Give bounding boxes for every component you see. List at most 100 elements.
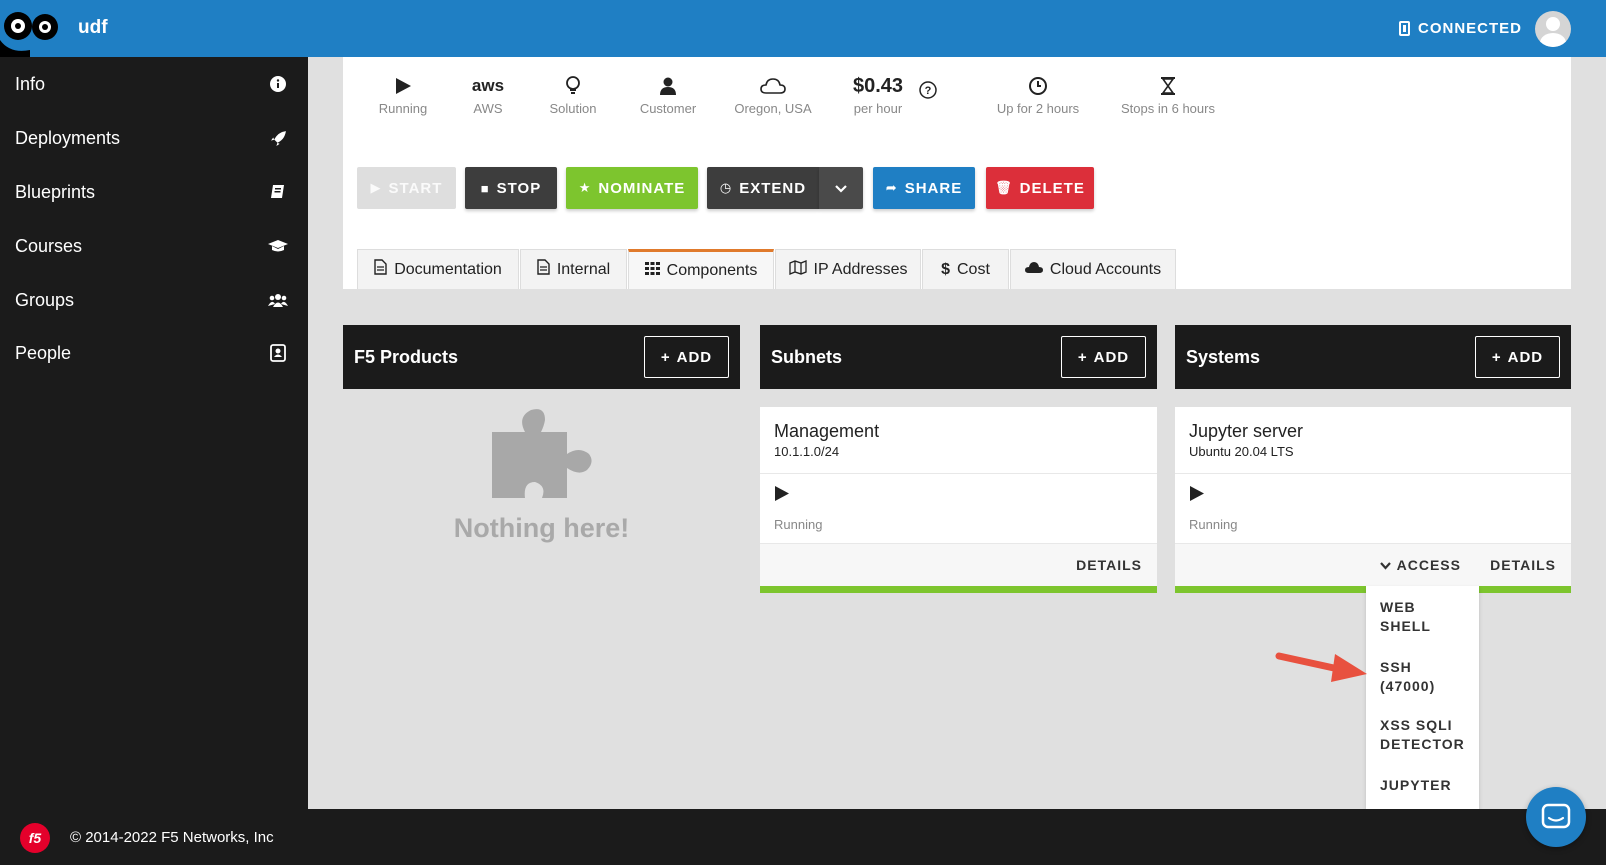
chevron-down-icon (835, 180, 847, 197)
extend-button[interactable]: ◷ EXTEND (707, 167, 819, 209)
system-card: Jupyter server Ubuntu 20.04 LTS Running … (1175, 407, 1571, 593)
star-icon: ★ (578, 180, 592, 195)
clock-icon: ◷ (719, 180, 733, 195)
clock-icon (983, 71, 1093, 101)
stat-owner-label: Customer (639, 101, 697, 116)
udf-logo-icon[interactable] (0, 0, 70, 57)
systems-header: Systems + ADD (1175, 325, 1571, 389)
f5-products-title: F5 Products (354, 346, 459, 367)
system-status: Running (1189, 517, 1238, 532)
tab-cost[interactable]: $ Cost (922, 249, 1009, 289)
access-menu: WEB SHELL SSH (47000) XSS SQLI DETECTOR … (1366, 586, 1479, 809)
system-os: Ubuntu 20.04 LTS (1189, 444, 1294, 459)
subnets-header: Subnets + ADD (760, 325, 1157, 389)
tab-cloud-accounts[interactable]: Cloud Accounts (1010, 249, 1176, 289)
users-icon (268, 290, 288, 310)
divider (760, 473, 1157, 474)
play-icon (363, 71, 443, 101)
stat-stops: Stops in 6 hours (1108, 71, 1228, 116)
stat-type-label: Solution (549, 101, 597, 116)
subnet-details-button[interactable]: DETAILS (1076, 557, 1142, 573)
play-icon (1189, 485, 1205, 507)
user-icon (623, 71, 713, 101)
help-icon[interactable]: ? (919, 81, 937, 102)
access-menu-item-xss-sqli-detector[interactable]: XSS SQLI DETECTOR (1380, 716, 1465, 754)
rocket-icon (268, 128, 288, 148)
stat-state-label: Running (378, 101, 428, 116)
document-icon (374, 259, 387, 280)
sidebar-item-info[interactable]: Info (0, 57, 308, 111)
access-menu-item-web-shell[interactable]: WEB SHELL (1380, 598, 1431, 636)
stop-button[interactable]: ■ STOP (465, 167, 557, 209)
add-subnet-button[interactable]: + ADD (1061, 336, 1146, 378)
nominate-button[interactable]: ★ NOMINATE (566, 167, 698, 209)
share-icon: ➦ (885, 180, 898, 195)
system-details-button[interactable]: DETAILS (1490, 557, 1556, 573)
start-button[interactable]: ▶ START (357, 167, 456, 209)
aws-logo-icon: aws (471, 76, 505, 95)
f5-logo-icon[interactable]: f5 (20, 823, 50, 853)
lightbulb-icon (538, 71, 608, 101)
price-value: $0.43 (852, 74, 904, 97)
stat-owner: Customer (623, 71, 713, 116)
connection-icon (1398, 21, 1410, 36)
tab-ip-addresses[interactable]: IP Addresses (775, 249, 921, 289)
add-f5-product-button[interactable]: + ADD (644, 336, 729, 378)
stat-state: Running (363, 71, 443, 116)
hourglass-icon (1108, 71, 1228, 101)
chat-button[interactable] (1526, 787, 1586, 847)
access-button[interactable]: ACCESS (1379, 557, 1461, 573)
sidebar-item-courses[interactable]: Courses (0, 219, 308, 273)
stat-price: $0.43 per hour (838, 71, 918, 117)
cloud-icon (728, 71, 818, 101)
user-avatar[interactable] (1535, 11, 1571, 47)
subnet-status: Running (774, 517, 823, 532)
sidebar-item-label: Deployments (15, 127, 121, 148)
stat-uptime: Up for 2 hours (983, 71, 1093, 116)
cloud-icon (1024, 261, 1043, 279)
document-icon (537, 259, 550, 280)
sidebar-item-label: Blueprints (15, 181, 96, 202)
puzzle-icon (491, 409, 592, 498)
divider (1175, 473, 1571, 474)
sidebar: Info Deployments Blueprints Courses Grou… (0, 57, 308, 809)
access-menu-item-jupyter[interactable]: JUPYTER (1380, 776, 1452, 795)
subnets-title: Subnets (771, 346, 843, 367)
app-name[interactable]: udf (78, 17, 108, 39)
grid-icon (644, 261, 660, 280)
sidebar-item-label: Info (15, 73, 46, 94)
access-menu-item-ssh[interactable]: SSH (47000) (1380, 658, 1435, 696)
extend-dropdown-button[interactable] (819, 167, 863, 209)
delete-button[interactable]: 🗑 DELETE (986, 167, 1094, 209)
tab-components[interactable]: Components (628, 249, 774, 289)
info-icon (268, 74, 288, 94)
sidebar-item-deployments[interactable]: Deployments (0, 111, 308, 165)
add-system-button[interactable]: + ADD (1475, 336, 1560, 378)
connection-status-label: CONNECTED (1417, 20, 1522, 37)
graduation-cap-icon (268, 236, 288, 256)
plus-icon: + (660, 348, 671, 366)
tab-documentation[interactable]: Documentation (357, 249, 519, 289)
sidebar-item-label: People (15, 342, 72, 363)
stat-region-label: Oregon, USA (734, 101, 812, 116)
tab-internal[interactable]: Internal (520, 249, 627, 289)
system-name: Jupyter server (1189, 421, 1304, 441)
sidebar-item-people[interactable]: People (0, 326, 308, 380)
stop-icon: ■ (480, 180, 490, 196)
stat-uptime-label: Up for 2 hours (996, 101, 1080, 116)
stat-type: Solution (538, 71, 608, 116)
svg-text:?: ? (925, 85, 932, 97)
sidebar-item-groups[interactable]: Groups (0, 273, 308, 327)
sidebar-item-blueprints[interactable]: Blueprints (0, 165, 308, 219)
share-button[interactable]: ➦ SHARE (873, 167, 975, 209)
address-book-icon (268, 343, 288, 363)
sidebar-item-label: Groups (15, 289, 75, 310)
dollar-icon: $ (941, 260, 950, 278)
annotation-arrow-icon (1275, 652, 1367, 682)
sidebar-item-label: Courses (15, 235, 83, 256)
subnet-card: Management 10.1.1.0/24 Running DETAILS (760, 407, 1157, 593)
stat-cloud: aws AWS (458, 71, 518, 116)
subnet-cidr: 10.1.1.0/24 (774, 444, 840, 459)
empty-state-text: Nothing here! (453, 513, 630, 543)
top-bar: udf CONNECTED (0, 0, 1606, 57)
